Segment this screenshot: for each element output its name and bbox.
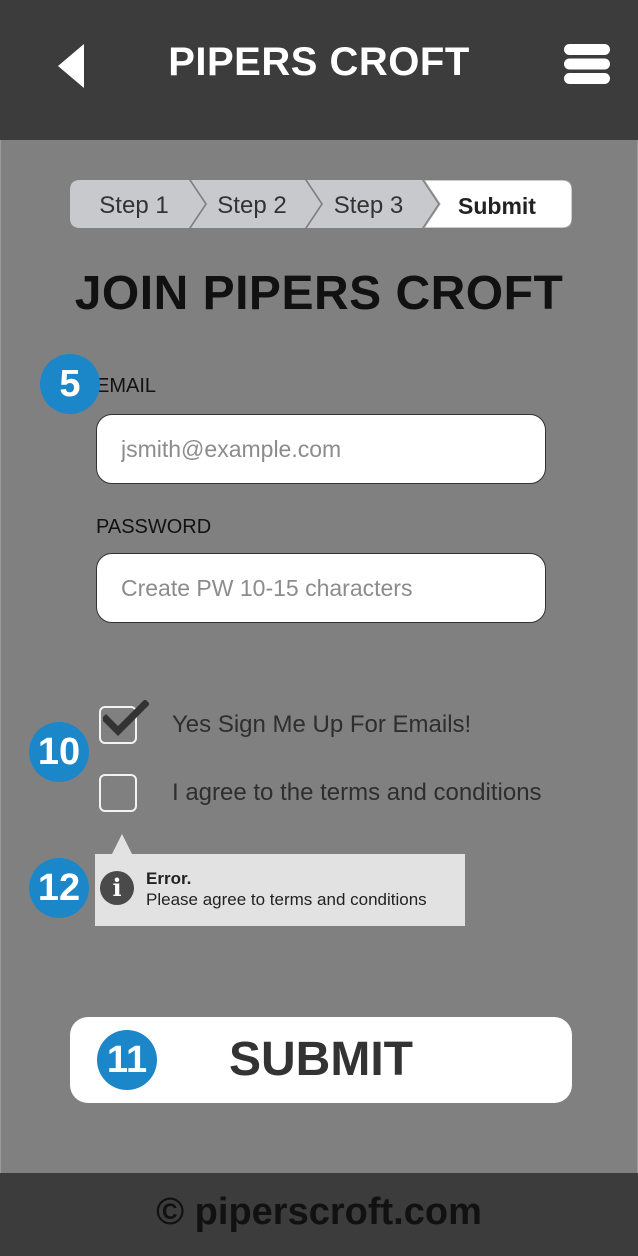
annotation-badge-11: 11 [97,1030,157,1090]
checkmark-icon [103,700,149,736]
app-title: PIPERS CROFT [168,40,470,84]
terms-label: I agree to the terms and conditions [172,779,542,806]
terms-checkbox[interactable] [99,774,137,812]
tooltip-pointer [111,834,133,856]
email-signup-label: Yes Sign Me Up For Emails! [172,711,472,738]
page-title: JOIN PIPERS CROFT [74,267,564,320]
step-1[interactable]: Step 1 [82,180,186,228]
annotation-badge-12: 12 [29,858,89,918]
step-3[interactable]: Step 3 [320,180,417,228]
app-header: PIPERS CROFT [0,0,638,140]
info-icon: i [100,871,134,905]
step-submit[interactable]: Submit [442,180,552,228]
hamburger-menu-icon[interactable] [564,44,610,84]
progress-steps: Step 1 Step 2 Step 3 Submit [70,180,572,228]
password-field[interactable] [96,553,546,623]
footer-copyright[interactable]: © piperscroft.com [0,1191,638,1234]
error-message: Please agree to terms and conditions [146,890,427,909]
step-2[interactable]: Step 2 [204,180,300,228]
app-footer: © piperscroft.com [0,1173,638,1256]
error-title: Error. [146,869,192,888]
email-field[interactable] [96,414,546,484]
email-label: EMAIL [96,375,157,397]
annotation-badge-5: 5 [40,354,100,414]
annotation-badge-10: 10 [29,722,89,782]
password-label: PASSWORD [96,516,212,538]
